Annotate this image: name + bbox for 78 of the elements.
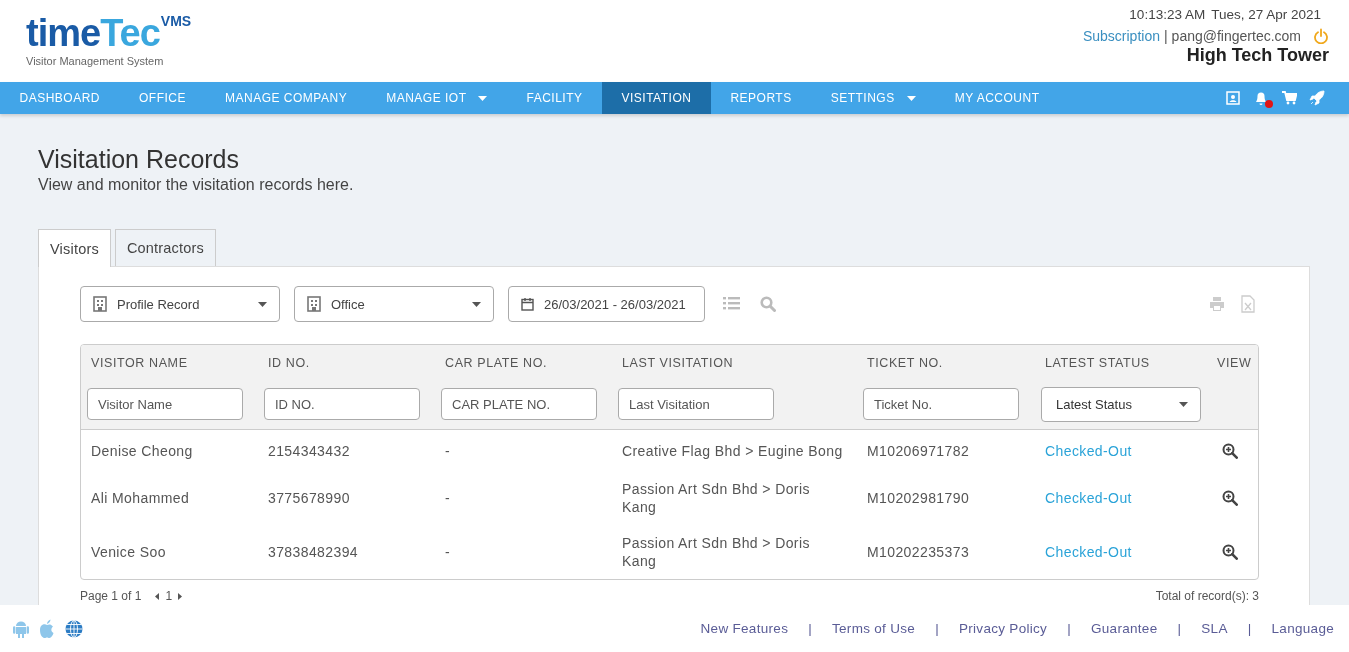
column-filter-field[interactable]: Ticket No.: [863, 388, 1019, 420]
column-header: ID NO.: [267, 355, 311, 372]
car-plate: -: [444, 441, 452, 461]
car-plate: -: [444, 542, 452, 562]
visitor-name: Denise Cheong: [90, 441, 194, 461]
page-title: Visitation Records: [38, 144, 241, 174]
list-icon[interactable]: [723, 296, 740, 310]
page-indicator: Page 1 of 1: [80, 589, 142, 603]
column-header: VIEW: [1216, 355, 1253, 372]
last-visitation: Passion Art Sdn Bhd > Doris Kang: [621, 479, 811, 517]
footer-link[interactable]: Guarantee: [1091, 621, 1158, 636]
caret-icon: [258, 301, 267, 307]
cart-icon[interactable]: [1281, 90, 1297, 106]
zoom-in-icon[interactable]: [1221, 442, 1238, 459]
car-plate: -: [444, 488, 452, 508]
current-time: 10:13:23 AM: [1129, 7, 1206, 22]
column-filter-field[interactable]: Visitor Name: [87, 388, 243, 420]
building-icon: [307, 296, 321, 312]
id-number: 37838482394: [267, 542, 360, 562]
caret-icon: [472, 301, 481, 307]
tab[interactable]: Visitors: [38, 229, 111, 267]
power-icon[interactable]: [1313, 28, 1329, 44]
office-dropdown[interactable]: Office: [294, 286, 494, 322]
profile-dropdown[interactable]: Profile Record: [80, 286, 280, 322]
column-header: TICKET NO.: [866, 355, 944, 372]
current-date: Tues, 27 Apr 2021: [1211, 7, 1321, 22]
separator: |: [935, 621, 939, 636]
subscription-link[interactable]: Subscription: [1082, 28, 1160, 44]
tab[interactable]: Contractors: [114, 229, 217, 266]
logo-tagline: Visitor Management System: [26, 55, 165, 67]
column-header: CAR PLATE NO.: [444, 355, 549, 372]
separator: |: [1177, 621, 1182, 636]
separator: |: [1067, 621, 1071, 636]
status-filter-dropdown[interactable]: Latest Status: [1041, 387, 1201, 422]
column-filter-field[interactable]: CAR PLATE NO.: [441, 388, 597, 420]
ticket-number: M10206971782: [866, 441, 971, 461]
page-number[interactable]: 1: [165, 589, 173, 603]
separator: |: [808, 621, 812, 636]
footer-link[interactable]: Privacy Policy: [958, 621, 1048, 636]
footer-link[interactable]: Language: [1271, 621, 1334, 636]
record-total: Total of record(s): 3: [1155, 589, 1259, 603]
column-header: LAST VISITATION: [621, 355, 735, 372]
ticket-number: M10202235373: [866, 542, 971, 562]
building-name: High Tech Tower: [1186, 45, 1329, 66]
globe-icon[interactable]: [64, 618, 84, 639]
search-icon[interactable]: [760, 296, 776, 312]
column-header: LATEST STATUS: [1044, 355, 1151, 372]
footer-link[interactable]: Terms of Use: [832, 621, 916, 636]
print-icon[interactable]: [1209, 297, 1225, 311]
separator: |: [1163, 28, 1168, 44]
footer-link[interactable]: SLA: [1201, 621, 1228, 636]
caret-icon: [1179, 402, 1188, 407]
apple-icon[interactable]: [38, 618, 56, 639]
rocket-icon[interactable]: [1309, 90, 1325, 106]
zoom-in-icon[interactable]: [1221, 489, 1238, 506]
zoom-in-icon[interactable]: [1221, 543, 1238, 560]
separator: |: [1247, 621, 1252, 636]
next-page-icon[interactable]: [178, 592, 183, 600]
ticket-number: M10202981790: [866, 488, 971, 508]
calendar-icon: [521, 297, 534, 311]
id-number: 3775678990: [267, 488, 351, 508]
user-email: pang@fingertec.com: [1171, 28, 1301, 44]
footer-link[interactable]: New Features: [700, 621, 789, 636]
last-visitation: Creative Flag Bhd > Eugine Bong: [621, 441, 844, 461]
column-filter-field[interactable]: ID NO.: [264, 388, 420, 420]
id-number: 2154343432: [267, 441, 351, 461]
visitor-name: Ali Mohammed: [90, 488, 191, 508]
contact-card-icon[interactable]: [1225, 90, 1241, 106]
previous-page-icon[interactable]: [155, 592, 160, 600]
page-subtitle: View and monitor the visitation records here.: [38, 176, 354, 194]
nav-item[interactable]: VISITATION: [602, 82, 711, 114]
date-range-field[interactable]: 26/03/2021 - 26/03/2021: [508, 286, 705, 322]
excel-file-icon[interactable]: [1241, 295, 1255, 313]
last-visitation: Passion Art Sdn Bhd > Doris Kang: [621, 533, 811, 571]
building-icon: [93, 296, 107, 312]
column-header: VISITOR NAME: [90, 355, 189, 372]
column-filter-field[interactable]: Last Visitation: [618, 388, 774, 420]
visitor-name: Venice Soo: [90, 542, 167, 562]
